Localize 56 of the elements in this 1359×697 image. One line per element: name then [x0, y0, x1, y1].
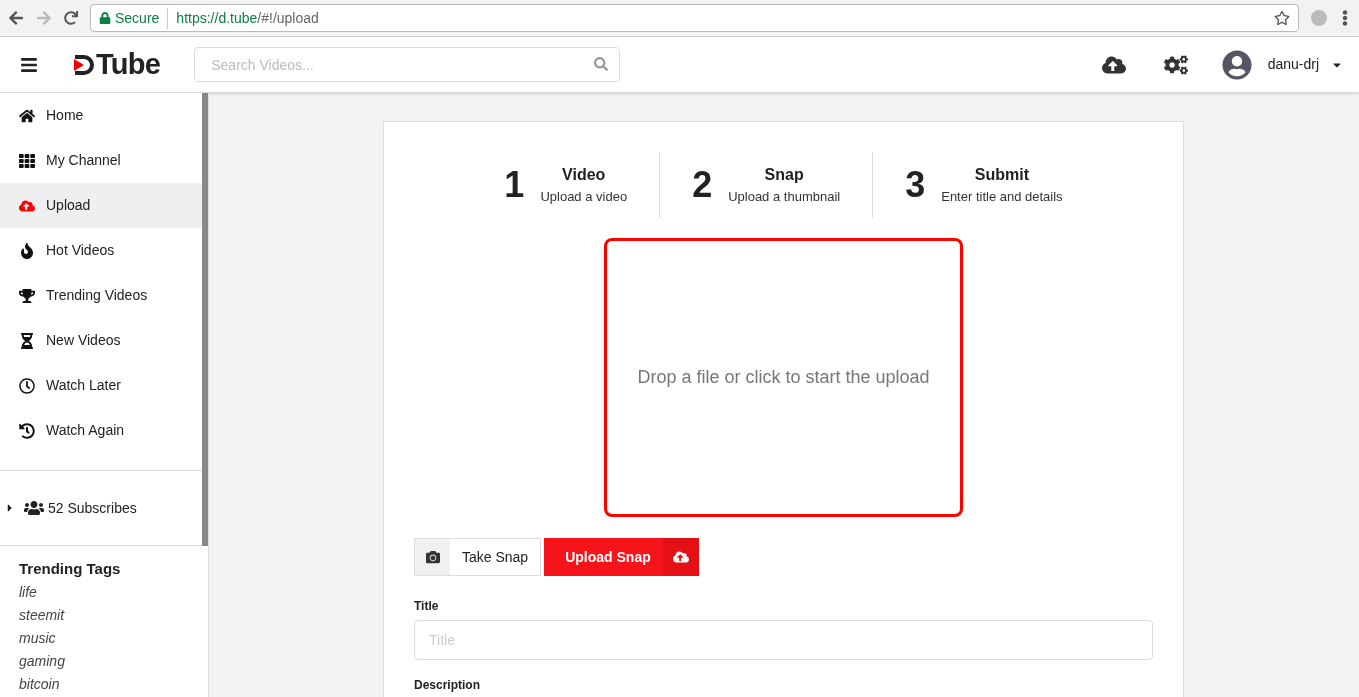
sidebar-item[interactable]: Upload — [0, 183, 202, 228]
sidebar-item[interactable]: Watch Later — [0, 363, 202, 408]
tag-link[interactable]: music — [19, 626, 202, 650]
settings-icon[interactable] — [1163, 52, 1188, 77]
step-subtitle: Upload a thumbnail — [728, 188, 841, 207]
step-title: Video — [562, 165, 606, 186]
users-icon — [24, 498, 44, 518]
hourglass-icon — [19, 332, 35, 349]
step-subtitle: Enter title and details — [941, 188, 1063, 207]
camera-icon — [425, 550, 440, 564]
lock-icon — [99, 12, 111, 24]
step-number: 2 — [692, 163, 713, 207]
flame-icon — [19, 242, 35, 259]
tag-link[interactable]: bitcoin — [19, 672, 202, 696]
search-icon[interactable] — [594, 57, 609, 71]
scrollbar[interactable] — [202, 93, 208, 546]
avatar[interactable] — [1221, 49, 1252, 80]
sidebar-item[interactable]: Hot Videos — [0, 228, 202, 273]
tag-link[interactable]: steemit — [19, 603, 202, 627]
logo-icon — [72, 52, 96, 77]
dropzone[interactable]: Drop a file or click to start the upload — [604, 238, 963, 517]
sidebar-item[interactable]: New Videos — [0, 318, 202, 363]
step-number: 1 — [504, 163, 525, 207]
back-icon[interactable] — [8, 10, 24, 26]
cloud-upload-icon — [19, 197, 35, 214]
home-icon — [19, 107, 35, 124]
url-text: https://d.tube/#!/upload — [175, 8, 319, 28]
search-field[interactable]: Search Videos... — [194, 47, 621, 82]
tag-link[interactable]: life — [19, 580, 202, 604]
trophy-icon — [19, 287, 35, 304]
logo-text: Tube — [96, 46, 161, 82]
trending-tags-title: Trending Tags — [19, 559, 122, 579]
step-number: 3 — [905, 163, 926, 207]
step-title: Snap — [764, 165, 804, 186]
address-bar[interactable]: Secure https://d.tube/#!/upload — [90, 4, 1299, 32]
username[interactable]: danu-drj — [1267, 54, 1319, 75]
sidebar-item[interactable]: Home — [0, 93, 202, 138]
menu-icon[interactable] — [20, 55, 38, 74]
clock-icon — [19, 377, 35, 394]
step-title: Submit — [974, 165, 1030, 186]
upload-snap-button[interactable]: Upload Snap — [544, 538, 699, 576]
history-icon — [19, 422, 35, 439]
tag-link[interactable]: gaming — [19, 649, 202, 673]
sidebar-item[interactable]: Trending Videos — [0, 273, 202, 318]
title-label: Title — [414, 598, 440, 615]
step-subtitle: Upload a video — [540, 188, 628, 207]
upload-icon — [672, 549, 689, 565]
secure-label: Secure — [115, 7, 169, 29]
sidebar-item[interactable]: My Channel — [0, 138, 202, 183]
sidebar-item[interactable]: Watch Again — [0, 408, 202, 453]
description-label: Description — [414, 677, 481, 694]
bookmark-star-icon[interactable] — [1274, 10, 1290, 26]
reload-icon[interactable] — [64, 11, 78, 25]
subscribes-label[interactable]: 52 Subscribes — [48, 497, 137, 519]
grid-icon — [19, 152, 35, 169]
take-snap-button[interactable]: Take Snap — [414, 538, 542, 576]
